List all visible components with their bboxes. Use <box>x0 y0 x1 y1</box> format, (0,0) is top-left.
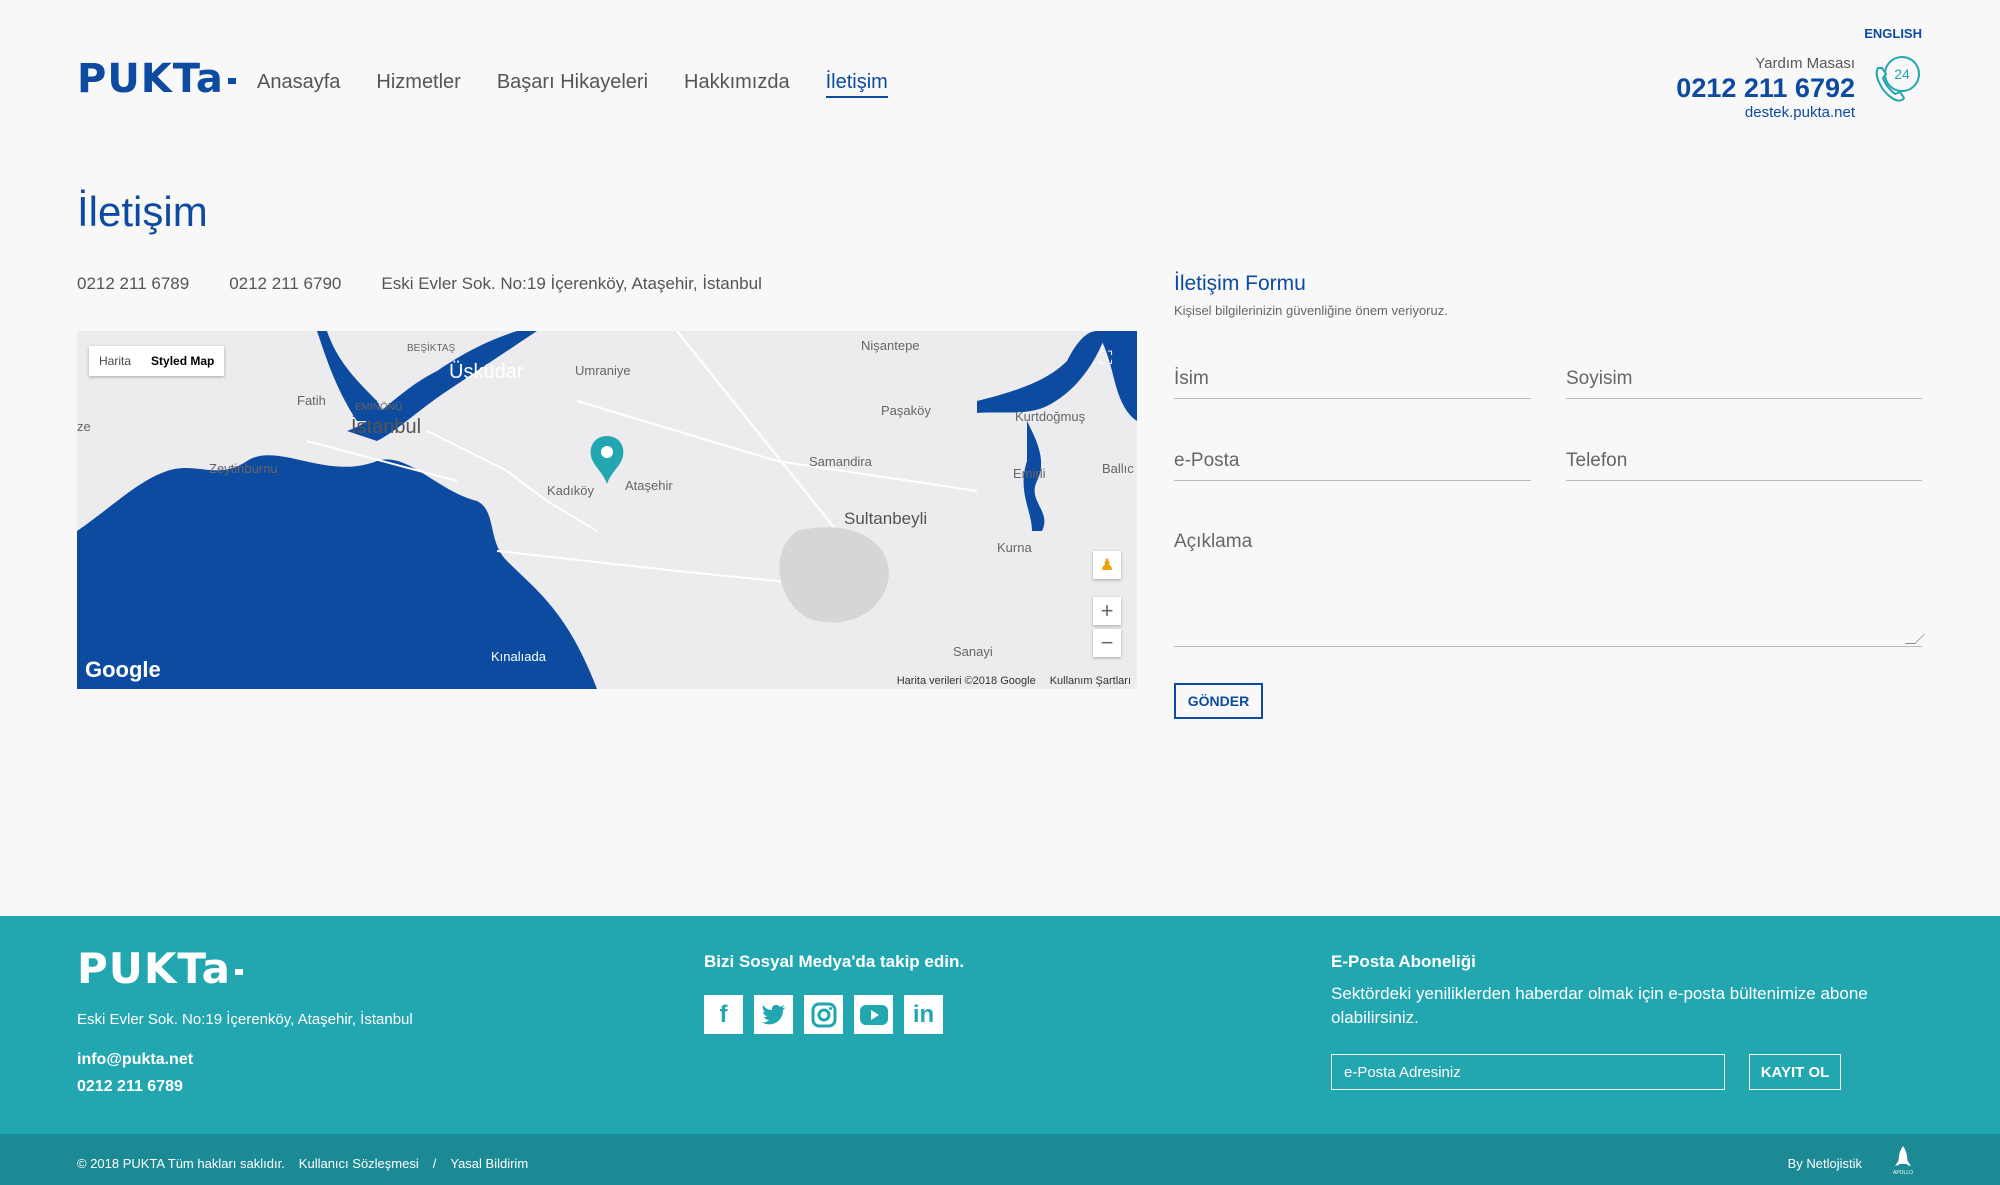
footer: PUKTa Eski Evler Sok. No:19 İçerenköy, A… <box>0 916 2000 1134</box>
copyright-text: © 2018 PUKTA Tüm hakları saklıdır. <box>77 1156 285 1171</box>
twitter-icon[interactable] <box>754 995 793 1034</box>
map-label: Sanayi <box>953 644 993 659</box>
form-title: İletişim Formu <box>1174 272 1306 295</box>
map-label: Nişantepe <box>861 338 920 353</box>
resize-handle-icon[interactable] <box>1905 634 1925 644</box>
phone-24-label: 24 <box>1894 66 1910 82</box>
phone-24-icon: 24 <box>1875 56 1920 102</box>
form-subtitle: Kişisel bilgilerinizin güvenliğine önem … <box>1174 303 1448 318</box>
map-label: Kurna <box>997 540 1032 555</box>
surname-field[interactable]: Soyisim <box>1566 368 1922 399</box>
page-title: İletişim <box>77 188 208 235</box>
help-desk-phone[interactable]: 0212 211 6792 <box>1676 72 1855 104</box>
footer-address: Eski Evler Sok. No:19 İçerenköy, Ataşehi… <box>77 1011 413 1028</box>
footer-phone[interactable]: 0212 211 6789 <box>77 1078 183 1096</box>
instagram-icon[interactable] <box>804 995 843 1034</box>
phone-field[interactable]: Telefon <box>1566 450 1922 481</box>
help-desk-label: Yardım Masası <box>1755 55 1855 72</box>
contact-address: Eski Evler Sok. No:19 İçerenköy, Ataşehi… <box>381 274 762 293</box>
facebook-icon[interactable]: f <box>704 995 743 1034</box>
nav-item-contact[interactable]: İletişim <box>825 71 888 98</box>
social-title: Bizi Sosyal Medya'da takip edin. <box>704 952 965 971</box>
map-label: Fatih <box>297 393 326 408</box>
nav-item-home[interactable]: Anasayfa <box>257 71 340 98</box>
location-map[interactable]: Harita Styled Map BEŞİKTAŞ Üsküdar Umran… <box>77 331 1137 689</box>
main-nav: Anasayfa Hizmetler Başarı Hikayeleri Hak… <box>257 71 888 98</box>
youtube-icon[interactable] <box>854 995 893 1034</box>
map-type-switch: Harita Styled Map <box>89 346 225 376</box>
help-desk: Yardım Masası 0212 211 6792 destek.pukta… <box>1676 55 1855 121</box>
map-graphic <box>77 331 1137 689</box>
footer-logo[interactable]: PUKTa <box>77 944 244 993</box>
map-label: Sultanbeyli <box>844 509 928 528</box>
google-logo: Google <box>85 657 161 682</box>
map-label: Zeytinburnu <box>209 461 278 476</box>
contact-info: 0212 211 6789 0212 211 6790 Eski Evler S… <box>77 274 762 294</box>
map-terms-link[interactable]: Kullanım Şartları <box>1050 675 1131 687</box>
footer-email[interactable]: info@pukta.net <box>77 1051 193 1069</box>
nav-item-success-stories[interactable]: Başarı Hikayeleri <box>497 71 648 98</box>
map-label: ze <box>77 419 91 434</box>
newsletter-email-input[interactable] <box>1331 1054 1725 1090</box>
map-label: Paşaköy <box>881 403 931 418</box>
map-label: Emirli <box>1013 466 1046 481</box>
zoom-out-button[interactable]: − <box>1093 629 1121 657</box>
map-label: BEŞİKTAŞ <box>407 343 456 354</box>
fullscreen-icon[interactable]: ⛶ <box>1091 343 1121 373</box>
agency-credit[interactable]: By Netlojistik <box>1788 1156 1862 1171</box>
newsletter-submit-button[interactable]: KAYIT OL <box>1749 1054 1841 1090</box>
map-label: Kadıköy <box>547 483 594 498</box>
legal-notice-link[interactable]: Yasal Bildirim <box>450 1156 528 1171</box>
name-field[interactable]: İsim <box>1174 368 1531 399</box>
map-footer: Harita verileri ©2018 Google Kullanım Şa… <box>897 675 1131 687</box>
map-type-map[interactable]: Harita <box>89 346 141 376</box>
map-label: Kınalıada <box>491 649 546 664</box>
apollo-logo-icon[interactable]: APOLLO <box>1888 1144 1918 1176</box>
zoom-in-button[interactable]: + <box>1093 597 1121 625</box>
map-label: Umraniye <box>575 363 631 378</box>
link-separator: / <box>432 1156 437 1171</box>
bottom-bar: © 2018 PUKTA Tüm hakları saklıdır. Kulla… <box>0 1134 2000 1185</box>
email-field[interactable]: e-Posta <box>1174 450 1531 481</box>
apollo-label: APOLLO <box>1893 1170 1913 1176</box>
description-placeholder: Açıklama <box>1174 531 1253 552</box>
map-label: Kurtdoğmuş <box>1015 409 1086 424</box>
map-label: İstanbul <box>351 416 422 438</box>
street-view-icon[interactable]: ♟ <box>1093 551 1121 579</box>
newsletter-title: E-Posta Aboneliği <box>1331 952 1476 971</box>
map-data-credit: Harita verileri ©2018 Google <box>896 675 1036 687</box>
map-label: Ballıc <box>1102 461 1134 476</box>
social-links: f in <box>704 995 943 1034</box>
map-label: Samandira <box>809 454 872 469</box>
contact-phone-2[interactable]: 0212 211 6790 <box>229 274 341 294</box>
map-label: Ataşehir <box>625 478 673 493</box>
contact-phone-1[interactable]: 0212 211 6789 <box>77 274 189 294</box>
language-switch[interactable]: ENGLISH <box>1864 26 1922 41</box>
copyright-links: © 2018 PUKTA Tüm hakları saklıdır. Kulla… <box>77 1156 528 1171</box>
map-label: Üsküdar <box>449 361 524 383</box>
nav-item-services[interactable]: Hizmetler <box>376 71 460 98</box>
map-label: EMİNÖNÜ <box>355 402 403 413</box>
description-field[interactable]: Açıklama <box>1174 531 1925 647</box>
nav-item-about[interactable]: Hakkımızda <box>684 71 790 98</box>
linkedin-icon[interactable]: in <box>904 995 943 1034</box>
newsletter-description: Sektördeki yeniliklerden haberdar olmak … <box>1331 984 1868 1027</box>
submit-button[interactable]: GÖNDER <box>1174 683 1263 719</box>
map-type-styled[interactable]: Styled Map <box>141 346 224 376</box>
user-agreement-link[interactable]: Kullanıcı Sözleşmesi <box>299 1156 419 1171</box>
help-desk-link[interactable]: destek.pukta.net <box>1676 104 1855 121</box>
logo[interactable]: PUKTa <box>77 56 236 102</box>
